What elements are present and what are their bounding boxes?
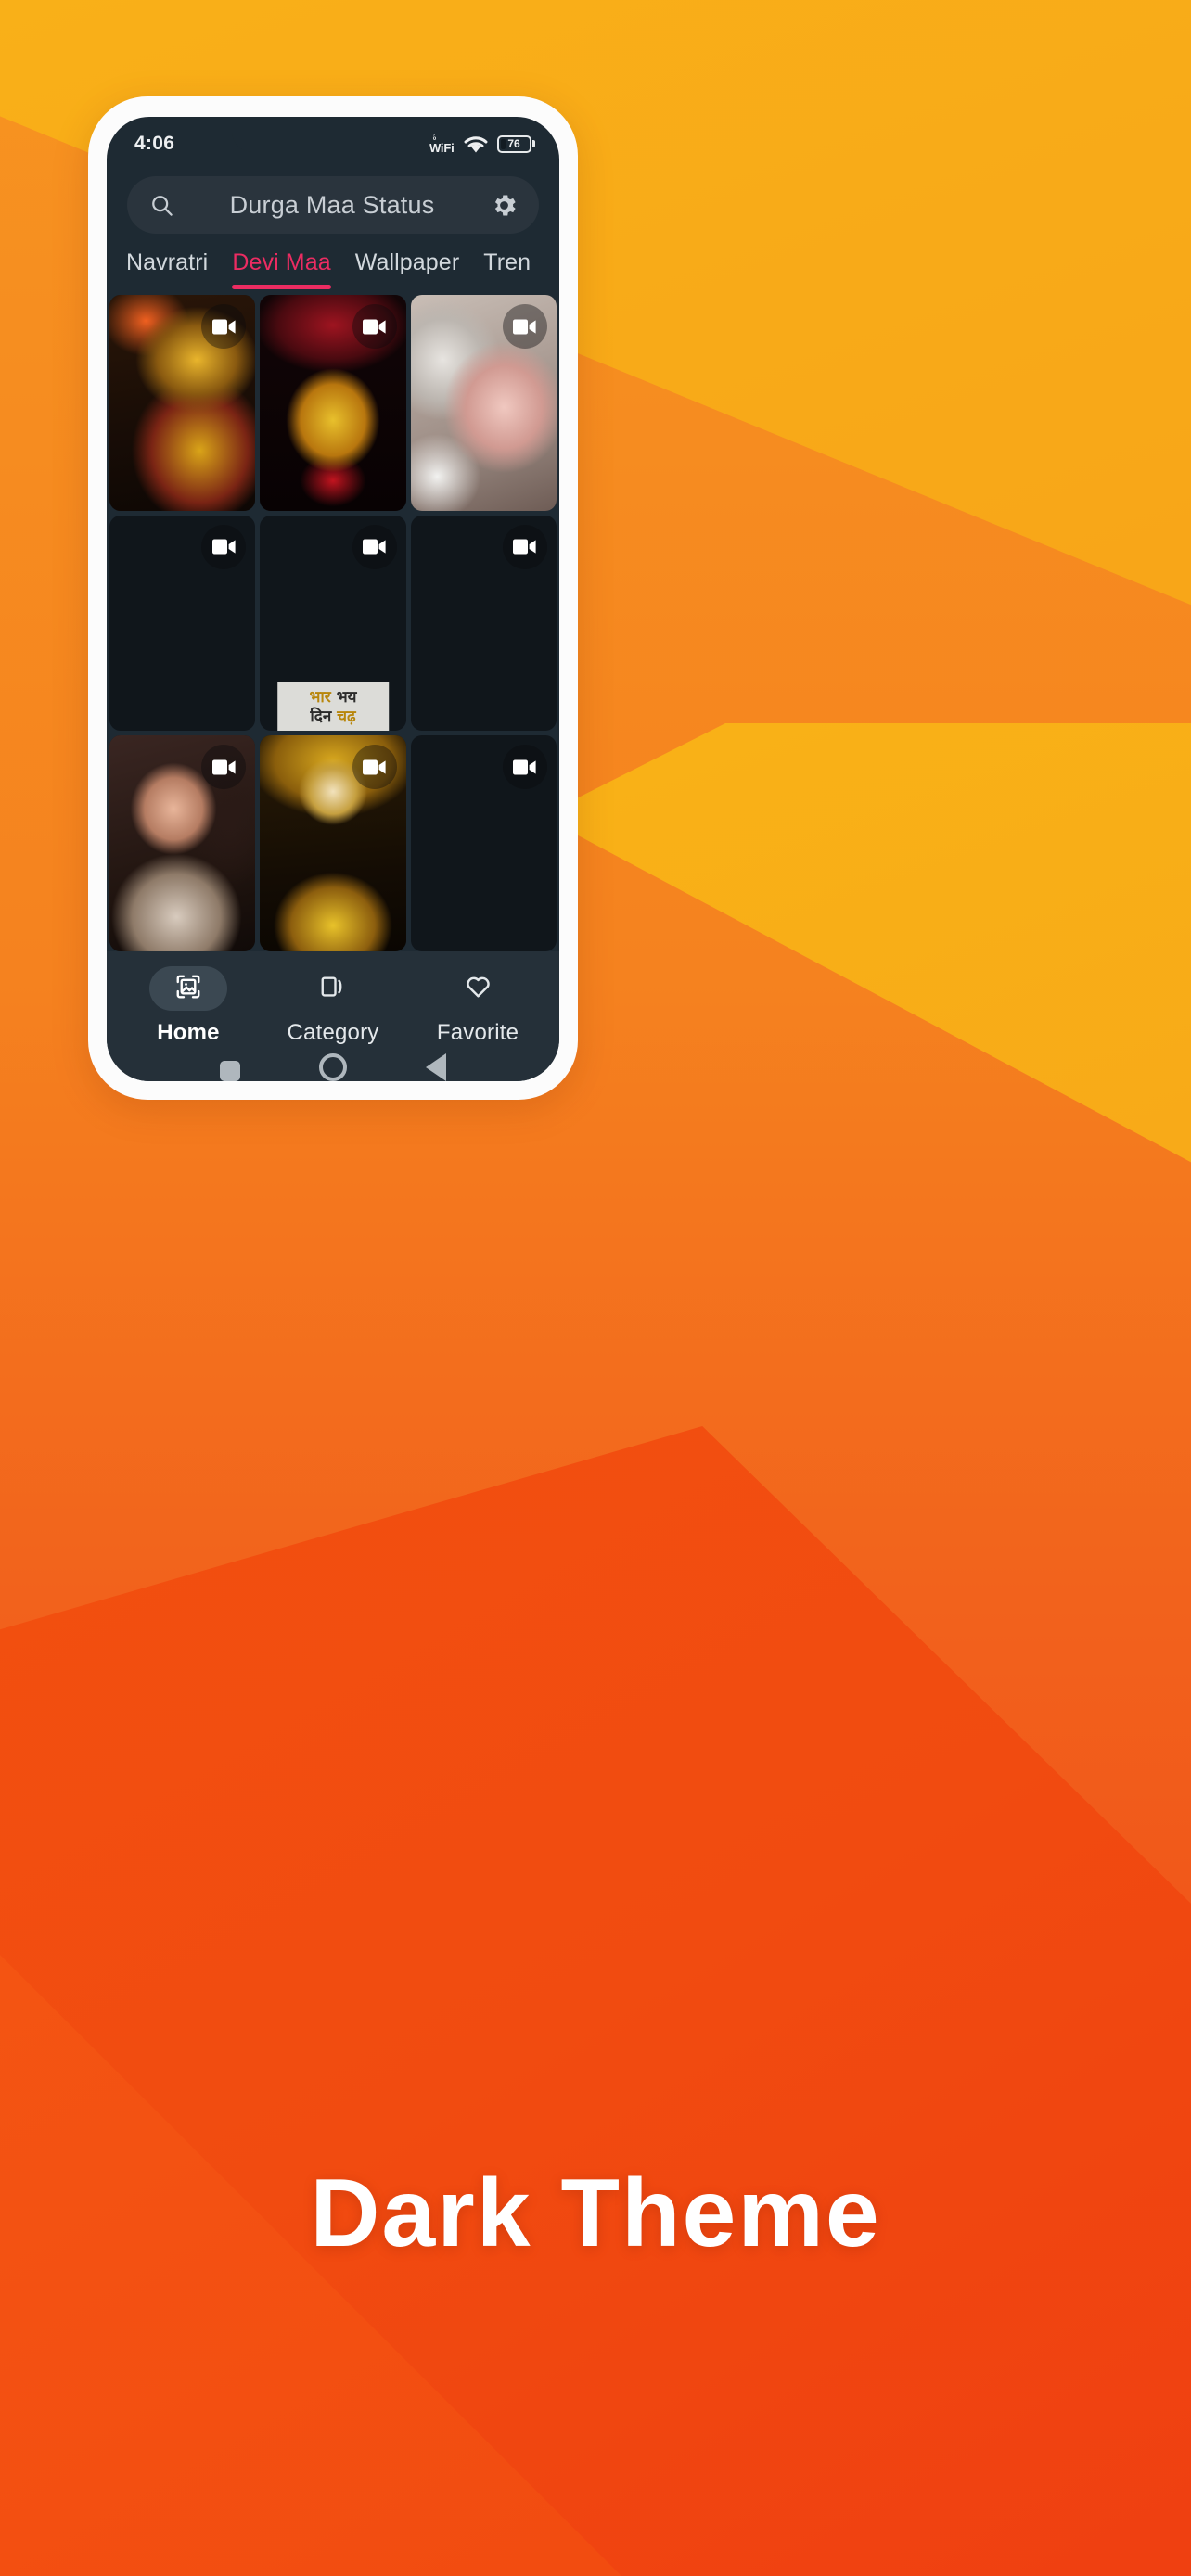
grid-item-3[interactable] [410,295,557,511]
tab-label: Devi Maa [232,249,331,275]
nav-label: Favorite [436,1020,519,1045]
nav-active-pill [149,966,227,1011]
video-camera-icon [502,524,547,569]
grid-item-9[interactable] [410,735,557,951]
wifi-label-text: WiFi [429,140,455,155]
status-thumbnail-grid[interactable]: भार भय दिन चढ़ [107,289,559,951]
status-bar-clock: 4:06 [134,133,175,154]
grid-item-4[interactable] [109,515,256,732]
heart-icon [464,972,493,1005]
phone-screen: 4:06 % WiFi 76 [107,117,559,1081]
battery-icon: 76 [496,134,535,153]
tab-label: Wallpaper [354,249,460,275]
nav-label: Category [287,1020,379,1045]
overlay-caption-word: दिन [310,708,332,727]
grid-item-7[interactable] [109,735,256,951]
video-camera-icon [352,745,397,790]
tab-label: Navratri [126,249,209,275]
recents-square-icon[interactable] [220,1061,241,1081]
tab-navratri[interactable]: Navratri [114,249,220,289]
gear-icon[interactable] [490,191,519,220]
overlay-caption-word: भार [309,687,331,707]
tab-devi-maa[interactable]: Devi Maa [220,249,342,290]
search-icon[interactable] [149,193,174,218]
nav-item-home[interactable]: Home [116,966,261,1046]
app-title: Durga Maa Status [229,190,435,219]
thumbnail-overlay-caption: भार भय दिन चढ़ [277,682,389,732]
image-frame-icon [174,973,202,1005]
android-system-navigation[interactable] [107,1053,559,1081]
category-tabs[interactable]: Navratri Devi Maa Wallpaper Tren [107,234,559,290]
back-triangle-icon[interactable] [425,1053,446,1081]
search-bar[interactable]: Durga Maa Status [127,176,539,234]
nav-item-category[interactable]: Category [261,966,405,1046]
grid-item-1[interactable] [109,295,256,511]
nav-label: Home [157,1020,220,1045]
status-bar-indicators: % WiFi 76 [429,134,535,154]
cards-swipe-icon [319,973,347,1005]
nav-icon-slot [439,966,517,1011]
overlay-caption-word: चढ़ [337,708,356,727]
battery-percent-label: 76 [507,137,520,150]
grid-item-8[interactable] [260,735,406,951]
tab-wallpaper[interactable]: Wallpaper [343,249,472,289]
grid-item-2[interactable] [260,295,406,511]
video-camera-icon [352,524,397,569]
tab-label: Tren [483,249,531,275]
promo-caption: Dark Theme [310,2160,881,2267]
home-circle-icon[interactable] [318,1053,347,1081]
grid-item-6[interactable] [410,515,557,732]
video-camera-icon [352,304,397,350]
phone-mockup-frame: 4:06 % WiFi 76 [88,96,578,1100]
overlay-caption-word: भय [336,687,357,707]
video-camera-icon [201,524,247,569]
nav-item-favorite[interactable]: Favorite [405,966,550,1046]
wifi-icon [463,134,489,154]
bottom-navigation-bar[interactable]: Home Category Favorite [107,951,559,1053]
video-camera-icon [502,304,547,350]
phone-notch [232,117,434,152]
nav-icon-slot [294,966,372,1011]
grid-item-5[interactable]: भार भय दिन चढ़ [260,515,406,732]
tab-trending[interactable]: Tren [471,249,543,289]
